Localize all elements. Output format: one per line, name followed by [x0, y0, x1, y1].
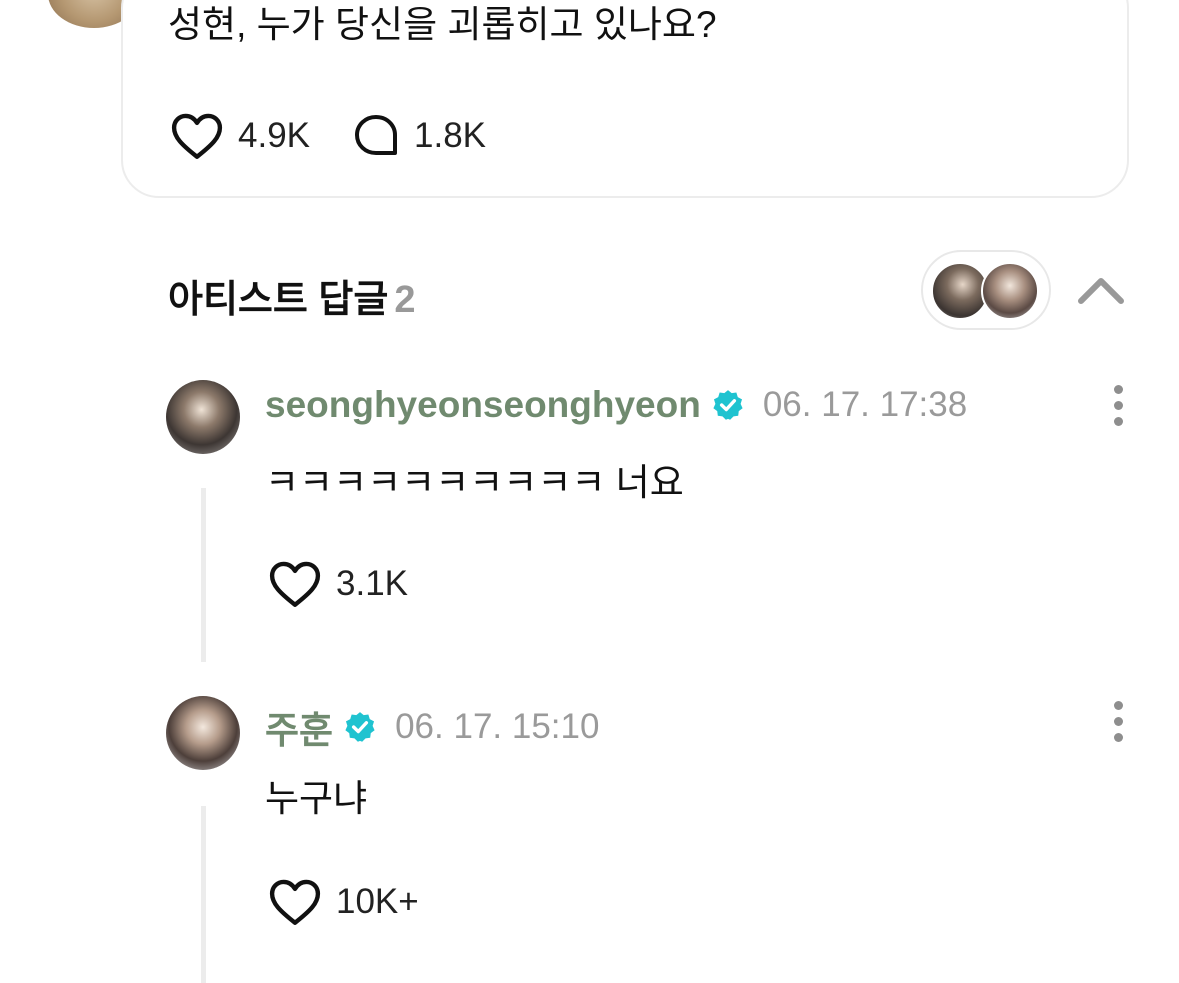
- comment-header: 주훈 06. 17. 15:10: [265, 700, 599, 754]
- comment-like-count: 3.1K: [336, 564, 408, 603]
- speech-bubble-icon: [355, 115, 397, 155]
- avatar[interactable]: [166, 380, 240, 454]
- comment-text: ㅋㅋㅋㅋㅋㅋㅋㅋㅋㅋ 너요: [265, 462, 684, 503]
- comment-header: seonghyeonseonghyeon 06. 17. 17:38: [265, 384, 967, 426]
- post-comment-button[interactable]: 1.8K: [352, 112, 486, 160]
- artist-replies-count: 2: [394, 279, 416, 321]
- artist-replies-header: 아티스트 답글 2: [168, 268, 415, 323]
- comment-like-button[interactable]: 10K+: [268, 878, 419, 926]
- thread-line: [201, 806, 206, 983]
- heart-icon: [171, 113, 223, 159]
- timestamp: 06. 17. 15:10: [395, 707, 600, 746]
- more-vertical-icon: [1108, 701, 1128, 742]
- chevron-up-icon: [1078, 278, 1124, 304]
- username[interactable]: seonghyeonseonghyeon: [265, 384, 701, 426]
- heart-icon: [269, 879, 321, 925]
- comment-like-button[interactable]: 3.1K: [268, 560, 408, 608]
- comment-text: 누구냐: [265, 778, 368, 819]
- timestamp: 06. 17. 17:38: [762, 385, 968, 424]
- artist-avatar: [981, 262, 1039, 320]
- heart-icon: [269, 561, 321, 607]
- post-like-button[interactable]: 4.9K: [170, 112, 310, 160]
- post-like-count: 4.9K: [238, 116, 310, 155]
- verified-badge-icon: [345, 712, 375, 742]
- collapse-replies-button[interactable]: [1074, 270, 1128, 310]
- comment-like-count: 10K+: [336, 882, 419, 921]
- post-text: 성현, 누가 당신을 괴롭히고 있나요?: [168, 4, 717, 45]
- thread-line: [201, 488, 206, 662]
- username[interactable]: 주훈: [265, 700, 333, 754]
- post-comment-count: 1.8K: [414, 116, 486, 155]
- artist-avatars-pill[interactable]: [921, 250, 1051, 330]
- more-options-button[interactable]: [1108, 701, 1128, 745]
- artist-replies-title: 아티스트 답글: [168, 279, 389, 321]
- more-vertical-icon: [1108, 385, 1128, 426]
- more-options-button[interactable]: [1108, 385, 1128, 429]
- avatar[interactable]: [166, 696, 240, 770]
- verified-badge-icon: [713, 390, 743, 420]
